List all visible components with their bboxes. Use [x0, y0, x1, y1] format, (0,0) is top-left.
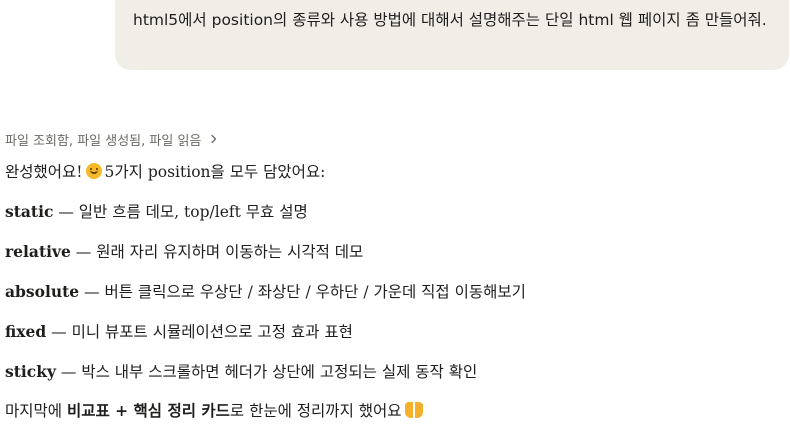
outro-bold-text: 비교표 + 핵심 정리 카드	[66, 401, 230, 420]
user-message-bubble: html5에서 position의 종류와 사용 방법에 대해서 설명해주는 단…	[115, 0, 789, 70]
list-item: sticky — 박스 내부 스크롤하면 헤더가 상단에 고정되는 실제 동작 …	[5, 361, 477, 383]
position-term: absolute	[5, 282, 80, 301]
em-dash: —	[53, 203, 79, 221]
intro-text-2: 5가지 position을 모두 담았어요:	[104, 163, 326, 181]
intro-text: 완성했어요!	[5, 163, 83, 181]
em-dash: —	[79, 283, 105, 301]
position-term: static	[5, 202, 54, 221]
em-dash: —	[70, 243, 97, 261]
position-description: 미니 뷰포트 시뮬레이션으로 고정 효과 표현	[71, 323, 353, 341]
tool-activity-label: 파일 조회함, 파일 생성됨, 파일 읽음	[5, 133, 202, 149]
smiling-face-icon	[85, 163, 102, 179]
chevron-right-icon	[209, 134, 219, 144]
list-item: fixed — 미니 뷰포트 시뮬레이션으로 고정 효과 표현	[5, 321, 353, 343]
position-description: 원래 자리 유지하며 이동하는 시각적 데모	[96, 243, 364, 261]
list-item: absolute — 버튼 클릭으로 우상단 / 좌상단 / 우하단 / 가운데…	[5, 281, 526, 303]
position-description: 박스 내부 스크롤하면 헤더가 상단에 고정되는 실제 동작 확인	[81, 363, 478, 381]
list-item: static — 일반 흐름 데모, top/left 무효 설명	[5, 201, 308, 223]
position-description: 일반 흐름 데모, top/left 무효 설명	[78, 203, 308, 221]
list-item: relative — 원래 자리 유지하며 이동하는 시각적 데모	[5, 241, 363, 263]
position-term: relative	[5, 242, 71, 261]
em-dash: —	[55, 363, 82, 381]
position-term: fixed	[5, 322, 47, 341]
position-term: sticky	[5, 362, 56, 381]
outro-text-2: 로 한눈에 정리까지 했어요	[229, 402, 402, 420]
outro-text: 마지막에	[5, 402, 67, 420]
position-description: 버튼 클릭으로 우상단 / 좌상단 / 우하단 / 가운데 직접 이동해보기	[104, 283, 526, 301]
user-message-text: html5에서 position의 종류와 사용 방법에 대해서 설명해주는 단…	[133, 11, 767, 29]
em-dash: —	[46, 323, 72, 341]
raising-hands-icon	[404, 402, 423, 418]
tool-activity-summary[interactable]: 파일 조회함, 파일 생성됨, 파일 읽음	[5, 128, 219, 150]
response-intro: 완성했어요! 5가지 position을 모두 담았어요:	[5, 161, 325, 183]
response-outro: 마지막에 비교표 + 핵심 정리 카드로 한눈에 정리까지 했어요	[5, 400, 426, 422]
